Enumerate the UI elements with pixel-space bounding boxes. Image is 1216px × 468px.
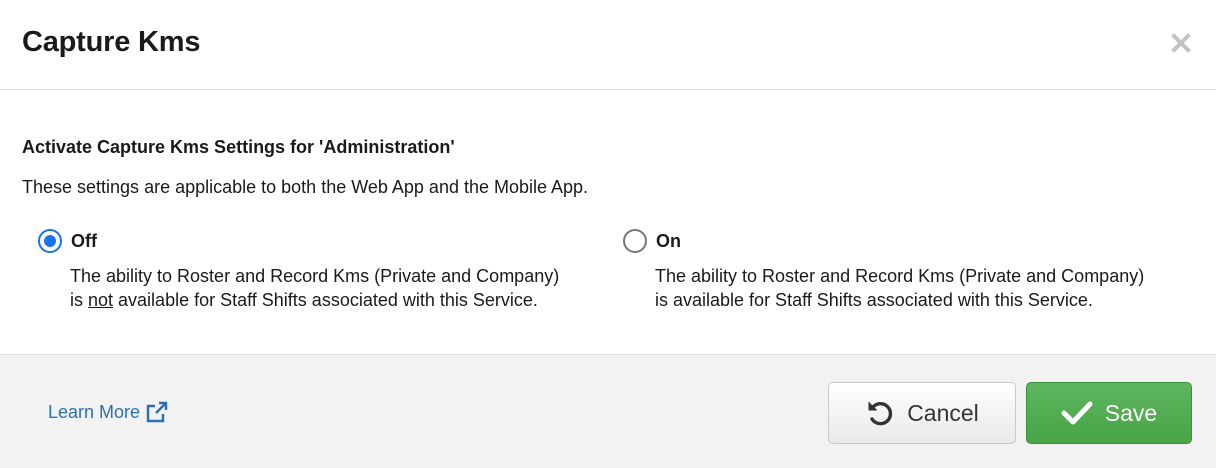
dialog-header: Capture Kms [0, 0, 1216, 90]
radio-on-row[interactable]: On [623, 229, 1183, 253]
undo-icon [868, 401, 893, 426]
dialog-title: Capture Kms [22, 26, 201, 58]
settings-heading: Activate Capture Kms Settings for 'Admin… [22, 137, 455, 157]
save-label: Save [1104, 399, 1158, 426]
option-off-line2-prefix: is [70, 290, 88, 310]
checkmark-icon [1061, 401, 1093, 425]
option-off-description: The ability to Roster and Record Kms (Pr… [70, 264, 598, 312]
radio-off-row[interactable]: Off [38, 229, 598, 253]
external-link-icon [146, 401, 168, 423]
capture-kms-dialog: Capture Kms Activate Capture Kms Setting… [0, 0, 1216, 468]
dialog-footer: Learn More Cancel Save [0, 354, 1216, 468]
settings-description: These settings are applicable to both th… [22, 177, 589, 197]
radio-off-label: Off [71, 230, 97, 251]
option-on-description: The ability to Roster and Record Kms (Pr… [655, 264, 1183, 312]
option-off-line2-suffix: available for Staff Shifts associated wi… [113, 290, 538, 310]
option-off: Off The ability to Roster and Record Kms… [38, 229, 598, 312]
option-on: On The ability to Roster and Record Kms … [623, 229, 1183, 312]
close-icon [1171, 33, 1191, 53]
learn-more-label: Learn More [48, 401, 141, 422]
cancel-button[interactable]: Cancel [828, 382, 1016, 444]
radio-on[interactable] [623, 229, 647, 253]
option-off-description-line1: The ability to Roster and Record Kms (Pr… [70, 266, 560, 286]
dialog-body: Activate Capture Kms Settings for 'Admin… [0, 91, 1216, 354]
option-off-description-line2: is not available for Staff Shifts associ… [70, 288, 598, 312]
radio-off[interactable] [38, 229, 62, 253]
learn-more-link[interactable]: Learn More [48, 400, 169, 424]
option-on-description-line1: The ability to Roster and Record Kms (Pr… [655, 266, 1145, 286]
option-on-description-line2: is available for Staff Shifts associated… [655, 290, 1093, 310]
radio-on-label: On [656, 230, 681, 251]
cancel-label: Cancel [907, 399, 979, 426]
close-button[interactable] [1170, 32, 1192, 54]
save-button[interactable]: Save [1026, 382, 1192, 444]
not-emphasis: not [88, 290, 114, 310]
